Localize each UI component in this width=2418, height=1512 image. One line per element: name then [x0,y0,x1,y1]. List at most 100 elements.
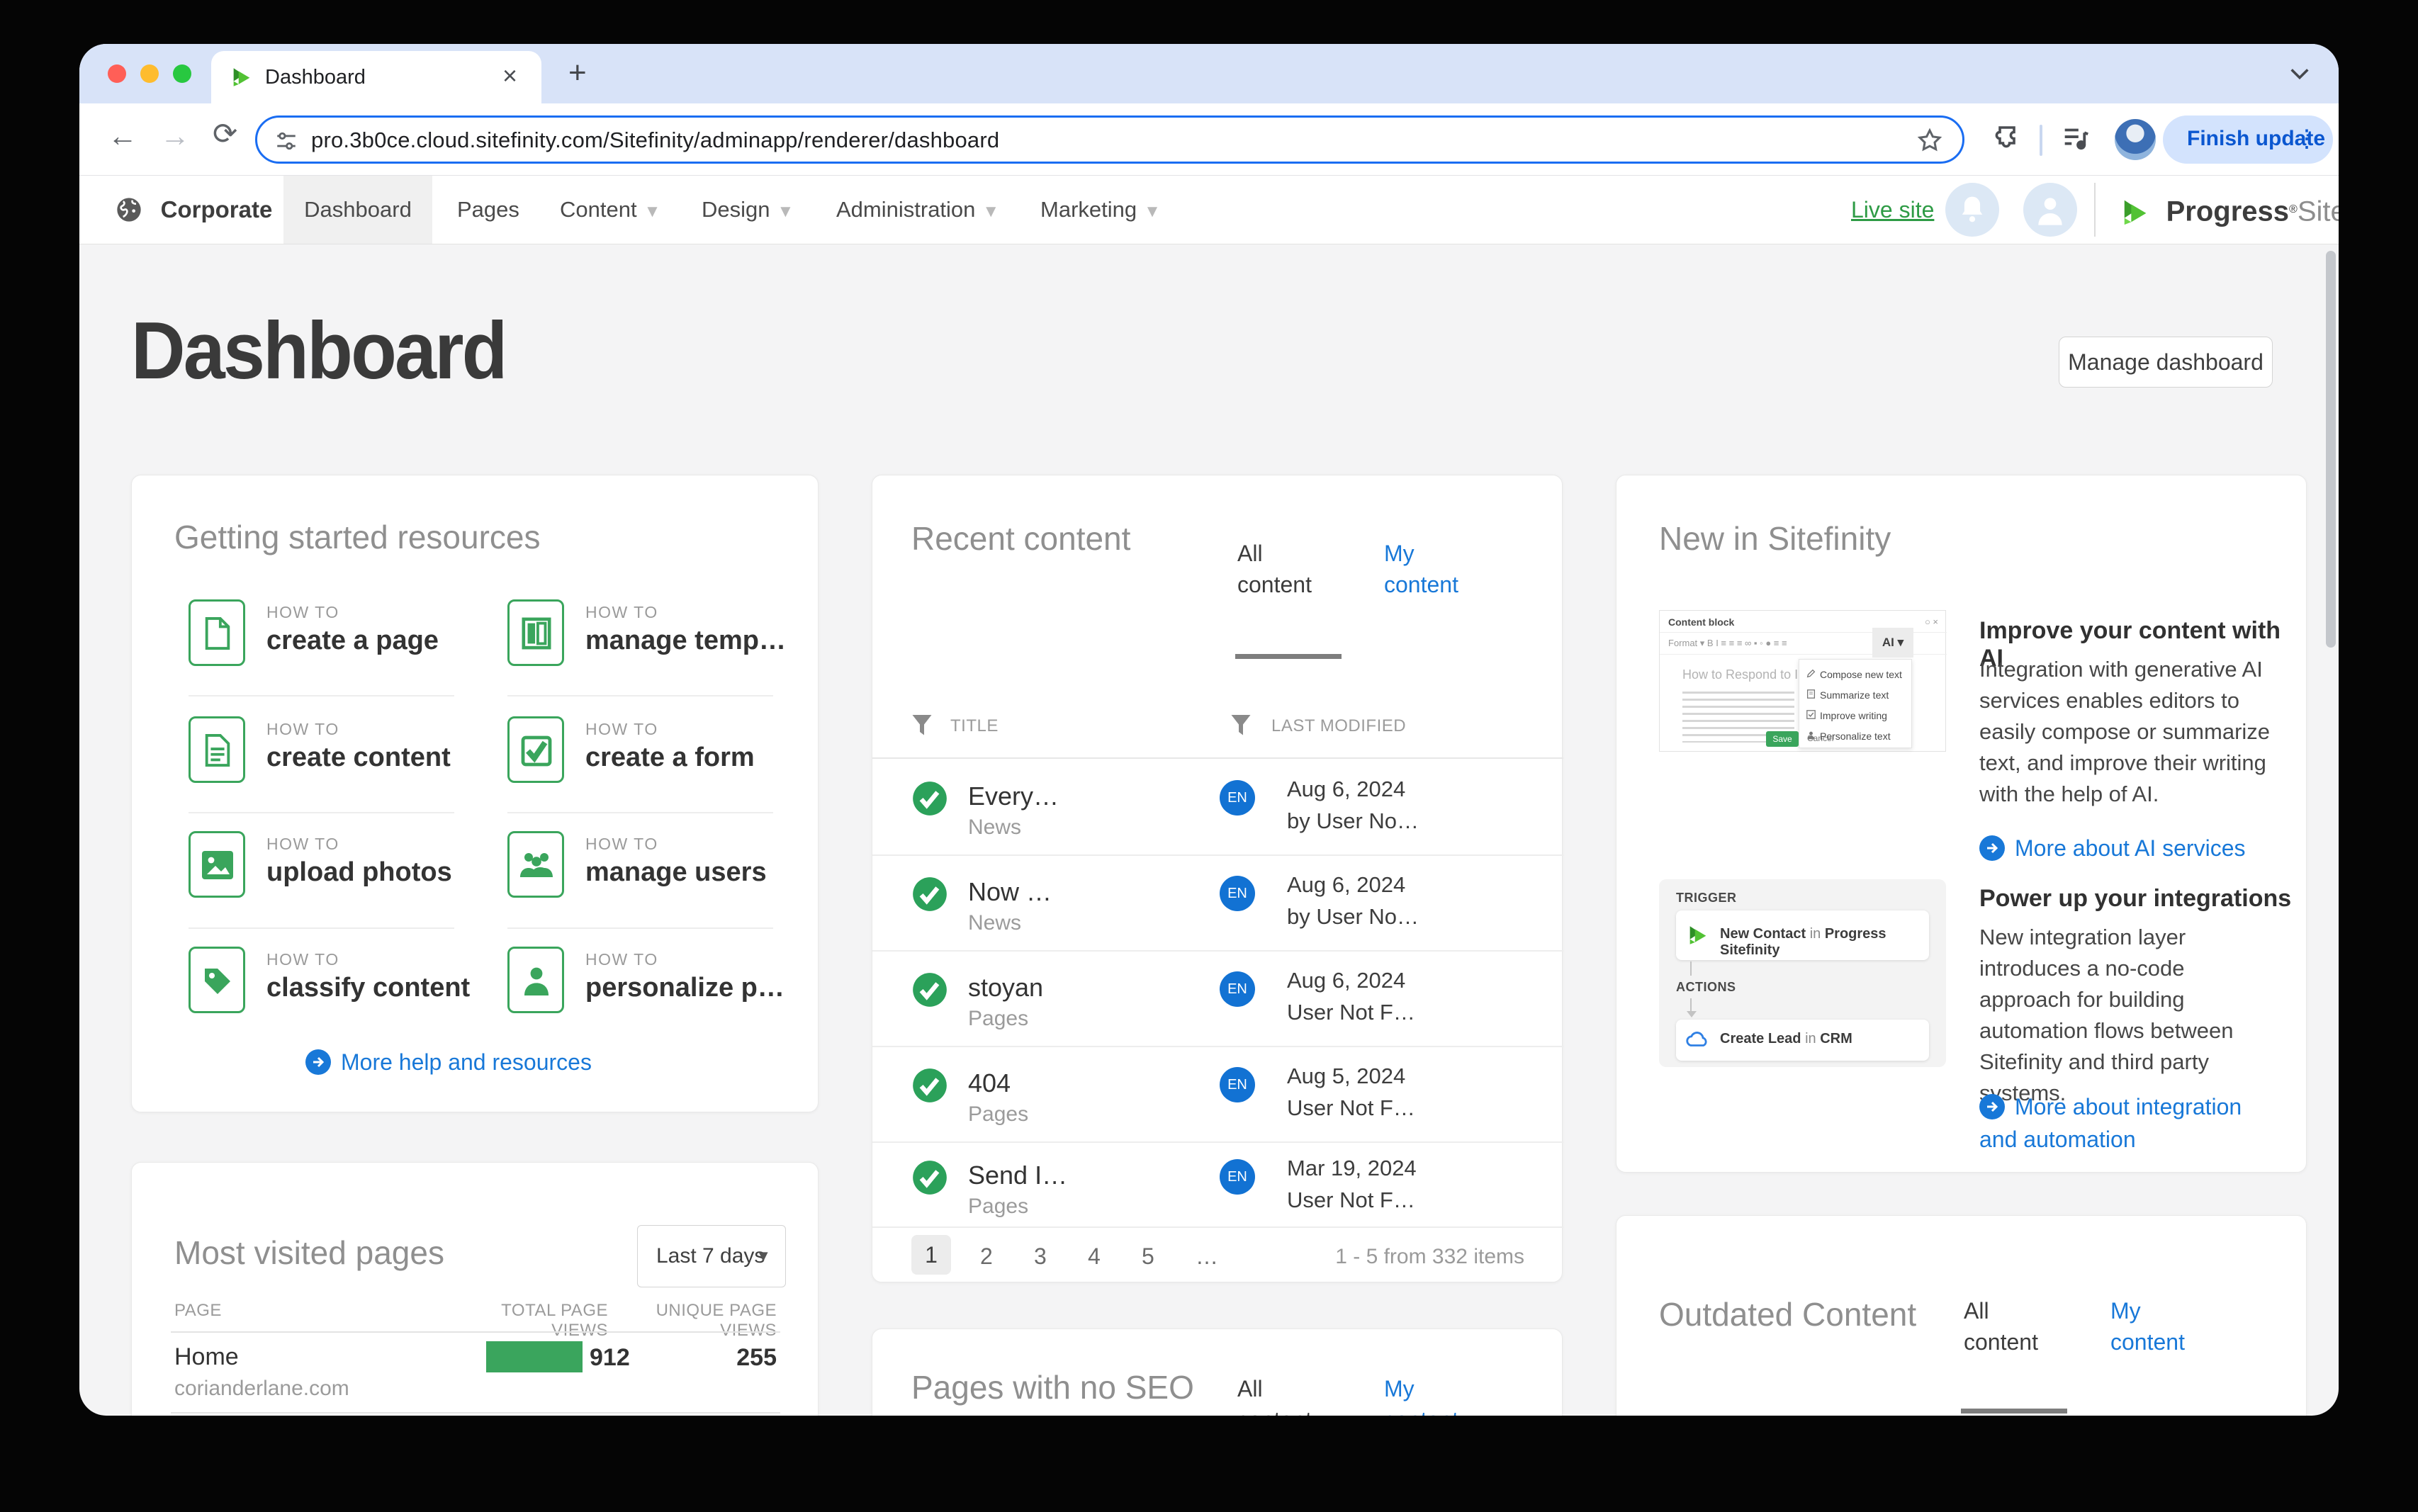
views-bar [486,1341,583,1372]
reload-icon[interactable]: ⟳ [213,116,237,151]
more-integration-link[interactable]: More about integration and automation [1979,1090,2263,1156]
users-icon [520,853,553,877]
card-title: New in Sitefinity [1659,520,1891,557]
trigger-card: New Contact in Progress Sitefinity [1676,910,1929,960]
resource-title[interactable]: create a form [585,743,755,773]
ai-menu-item: Summarize text [1806,685,1911,706]
ai-dropdown-button: AI ▾ [1872,628,1913,658]
more-help-link[interactable]: More help and resources [305,1049,592,1076]
form-check-icon [521,735,552,767]
maximize-window-button[interactable] [173,64,191,83]
resource-create-content[interactable] [189,716,245,783]
close-window-button[interactable] [108,64,126,83]
progress-chevron-icon [2120,200,2153,232]
resource-title[interactable]: personalize p… [585,973,785,1003]
manage-dashboard-button[interactable]: Manage dashboard [2059,337,2273,388]
nav-divider [2094,183,2096,237]
page-ellipsis[interactable]: … [1196,1243,1218,1270]
tab-all-content[interactable]: All content [1237,1373,1329,1416]
pages-no-seo-card: Pages with no SEO descriptions All conte… [872,1328,1563,1416]
tab-my-content[interactable]: My content [1384,538,1476,600]
notifications-button[interactable] [1945,183,1999,237]
finish-update-button[interactable]: Finish update ⋮ [2163,115,2333,164]
tab-title: Dashboard [265,66,366,89]
tab-all-content[interactable]: All content [1964,1295,2056,1358]
site-settings-icon[interactable] [274,129,298,157]
active-tab-underline [1961,1409,2067,1414]
nav-item-administration[interactable]: Administration ▼ [836,176,999,244]
resource-personalize-pages[interactable] [507,947,564,1013]
tab-my-content[interactable]: My content [1384,1373,1476,1416]
resource-upload-photos[interactable] [189,831,245,898]
tab-my-content[interactable]: My content [2110,1295,2203,1358]
ai-feature-thumbnail: Content block ○ × Format ▾ B I ≡ ≡ ≡ ∞ ▪… [1659,610,1947,752]
bookmark-star-icon[interactable] [1916,126,1944,158]
profile-button[interactable] [2023,183,2077,237]
page-scrollbar[interactable] [2326,251,2336,648]
ai-menu-item: Compose new text [1806,665,1911,685]
address-bar[interactable]: pro.3b0ce.cloud.sitefinity.com/Sitefinit… [255,115,1964,164]
sitefinity-navbar: Corporate ▼ Dashboard Pages Content▼ Des… [79,176,2339,244]
nav-item-content[interactable]: Content ▼ [560,176,660,244]
action-card: Create Lead in CRM [1676,1020,1929,1061]
page-button[interactable]: 5 [1142,1243,1154,1270]
browser-menu-icon[interactable]: ⋮ [2295,125,2319,153]
nav-item-design[interactable]: Design ▼ [702,176,794,244]
site-selector[interactable]: Corporate ▼ [115,176,303,244]
extensions-icon[interactable] [1993,120,2027,158]
page-button[interactable]: 2 [980,1243,993,1270]
page-button-active[interactable]: 1 [911,1235,951,1275]
user-icon [2038,198,2062,225]
minimize-window-button[interactable] [140,64,159,83]
tab-close-icon[interactable]: × [502,61,517,91]
resource-manage-users[interactable] [507,831,564,898]
card-title: Outdated Content [1659,1296,1917,1333]
tab-all-content[interactable]: All content [1237,538,1329,600]
arrow-circle-icon [1979,1094,2005,1119]
date-range-select[interactable]: Last 7 days ▼ [637,1225,786,1287]
resource-title[interactable]: create a page [266,626,439,656]
resource-title[interactable]: create content [266,743,451,773]
language-badge: EN [1220,780,1255,816]
forward-icon[interactable]: → [160,119,190,153]
filter-icon[interactable] [1230,713,1252,741]
page-icon [205,617,230,650]
page-button[interactable]: 4 [1088,1243,1101,1270]
pagination-summary: 1 - 5 from 332 items [1335,1245,1524,1268]
live-site-link[interactable]: Live site [1851,176,1934,244]
ai-menu-item: Improve writing [1806,706,1911,726]
chevron-down-icon: ▼ [982,202,1000,221]
resource-classify-content[interactable] [189,947,245,1013]
url-text[interactable]: pro.3b0ce.cloud.sitefinity.com/Sitefinit… [311,128,999,153]
filter-icon[interactable] [911,713,933,741]
resource-title[interactable]: classify content [266,973,470,1003]
nav-item-marketing[interactable]: Marketing ▼ [1040,176,1161,244]
resource-title[interactable]: manage users [585,857,767,888]
integrations-thumbnail: TRIGGER New Contact in Progress Sitefini… [1659,879,1946,1067]
new-tab-button[interactable]: + [568,55,587,91]
resource-title[interactable]: manage temp… [585,626,786,656]
resource-title[interactable]: upload photos [266,857,452,888]
tab-search-chevron-icon[interactable] [2288,65,2312,86]
nav-item-pages[interactable]: Pages [457,176,519,244]
more-ai-services-link[interactable]: More about AI services [1979,835,2245,862]
language-badge: EN [1220,1159,1255,1195]
media-controls-icon[interactable] [2059,122,2092,158]
document-icon [205,734,230,767]
chevron-down-icon: ▼ [643,202,661,221]
nav-item-dashboard[interactable]: Dashboard [283,176,432,244]
published-check-icon [911,971,948,1012]
page-button[interactable]: 3 [1034,1243,1047,1270]
back-icon[interactable]: ← [108,119,137,153]
resource-create-a-page[interactable] [189,599,245,666]
new-in-sitefinity-card: New in Sitefinity Content block ○ × Form… [1616,475,2307,1173]
resource-manage-templates[interactable] [507,599,564,666]
profile-avatar[interactable] [2115,119,2156,160]
browser-toolbar: ← → ⟳ pro.3b0ce.cloud.sitefinity.com/Sit… [79,103,2339,176]
browser-tab[interactable]: Dashboard × [211,51,541,103]
card-title: Recent content [911,520,1131,557]
card-title: descriptions [911,1411,1085,1416]
resource-create-a-form[interactable] [507,716,564,783]
getting-started-card: Getting started resources HOW TO create … [131,475,819,1112]
language-badge: EN [1220,1067,1255,1102]
